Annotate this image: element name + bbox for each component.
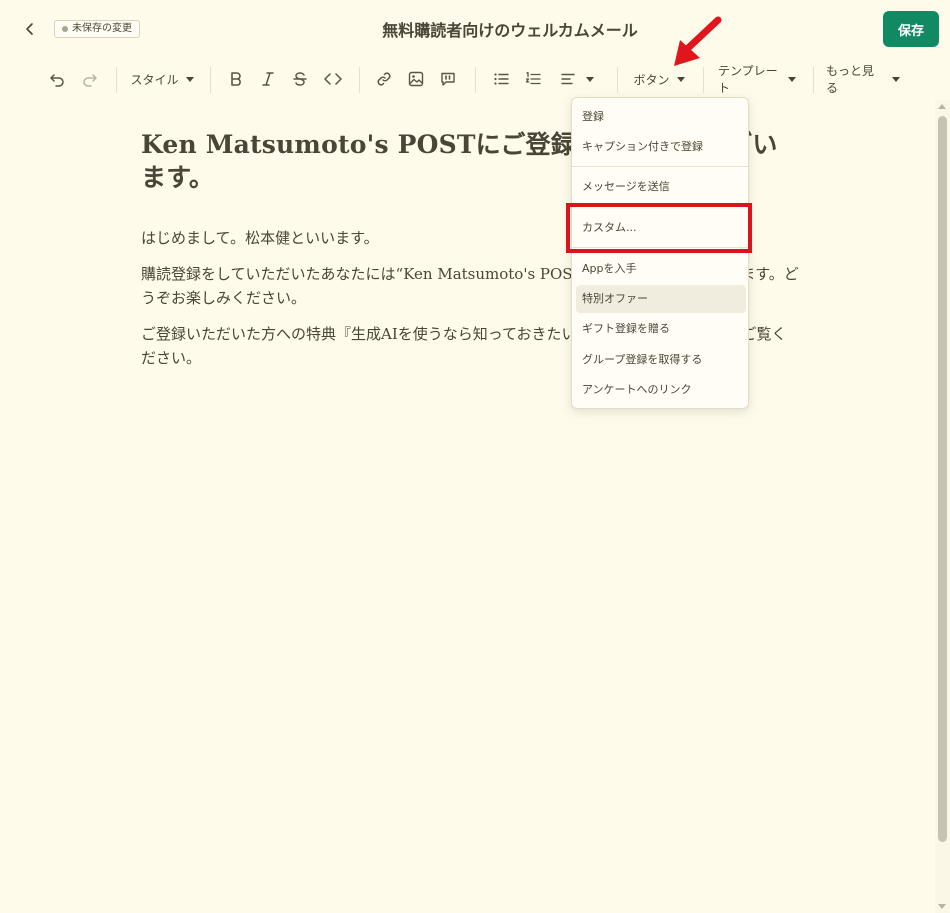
quote-button[interactable]: [437, 62, 459, 96]
bold-button[interactable]: [225, 62, 247, 96]
button-dropdown-label: ボタン: [633, 72, 670, 87]
toolbar-divider: [813, 67, 814, 93]
italic-icon: [262, 72, 274, 86]
code-button[interactable]: [321, 62, 345, 96]
bullet-list-icon: [494, 73, 509, 85]
menu-item-send-message[interactable]: メッセージを送信: [576, 173, 746, 201]
image-icon: [408, 71, 424, 87]
style-dropdown-label: スタイル: [130, 72, 179, 87]
scroll-up-icon[interactable]: [938, 104, 946, 109]
style-dropdown[interactable]: スタイル: [130, 62, 194, 96]
scrollbar-thumb[interactable]: [938, 116, 947, 842]
undo-button[interactable]: [46, 62, 68, 96]
menu-item-get-app[interactable]: Appを入手: [576, 255, 746, 283]
page-title: 無料購読者向けのウェルカムメール: [382, 21, 638, 40]
vertical-scrollbar[interactable]: [935, 100, 950, 913]
menu-item-subscribe-with-caption[interactable]: キャプション付きで登録: [576, 133, 746, 161]
link-button[interactable]: [373, 62, 395, 96]
caret-down-icon: [892, 76, 900, 82]
bullet-list-button[interactable]: [490, 62, 512, 96]
unsaved-changes-label: 未保存の変更: [72, 23, 132, 34]
red-arrow-icon: [674, 16, 722, 66]
undo-icon: [50, 74, 64, 87]
scroll-down-icon[interactable]: [938, 904, 946, 909]
toolbar-divider: [359, 67, 360, 93]
template-dropdown[interactable]: テンプレート: [718, 62, 796, 96]
redo-button[interactable]: [79, 62, 101, 96]
menu-item-survey-link[interactable]: アンケートへのリンク: [576, 376, 746, 404]
menu-divider: [572, 166, 748, 167]
more-dropdown-label: もっと見る: [826, 64, 875, 95]
link-icon: [377, 72, 391, 86]
menu-item-gift-subscription[interactable]: ギフト登録を贈る: [576, 315, 746, 343]
toolbar-divider: [116, 67, 117, 93]
toolbar-divider: [475, 67, 476, 93]
button-dropdown-menu: 登録 キャプション付きで登録 メッセージを送信 カスタム... Appを入手 特…: [571, 97, 749, 409]
highlight-annotation-box: [566, 203, 752, 253]
caret-down-icon: [788, 76, 796, 82]
save-button[interactable]: 保存: [883, 11, 939, 47]
caret-down-icon: [586, 76, 594, 82]
numbered-list-button[interactable]: [522, 62, 544, 96]
formatting-toolbar: スタイル ボタン テンプレート もっと見る: [0, 62, 950, 96]
more-dropdown[interactable]: もっと見る: [826, 62, 900, 96]
unsaved-changes-badge: 未保存の変更: [54, 20, 140, 38]
template-dropdown-label: テンプレート: [718, 64, 778, 95]
italic-button[interactable]: [257, 62, 279, 96]
status-dot-icon: [62, 26, 68, 32]
toolbar-divider: [210, 67, 211, 93]
redo-icon: [83, 74, 97, 87]
chevron-left-icon: [26, 23, 33, 35]
code-icon: [324, 73, 342, 85]
numbered-list-icon: [525, 71, 541, 85]
align-icon: [561, 73, 575, 85]
toolbar-divider: [617, 67, 618, 93]
editor-header: 未保存の変更 無料購読者向けのウェルカムメール 保存: [0, 0, 950, 58]
image-button[interactable]: [405, 62, 427, 96]
caret-down-icon: [185, 76, 194, 82]
menu-item-subscribe[interactable]: 登録: [576, 103, 746, 131]
menu-item-group-subscription[interactable]: グループ登録を取得する: [576, 346, 746, 374]
menu-item-special-offer[interactable]: 特別オファー: [576, 285, 746, 313]
bold-icon: [231, 72, 241, 86]
strikethrough-icon: [293, 72, 307, 86]
caret-down-icon: [676, 76, 685, 82]
back-button[interactable]: [18, 17, 42, 41]
strikethrough-button[interactable]: [289, 62, 311, 96]
align-dropdown[interactable]: [554, 62, 600, 96]
quote-icon: [441, 72, 455, 86]
